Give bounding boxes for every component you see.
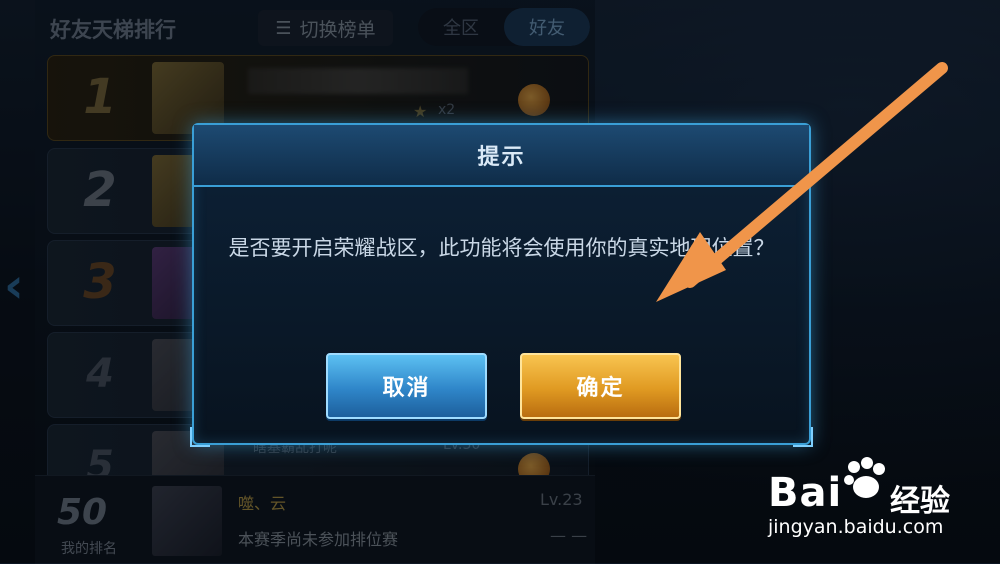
arrow-head [656, 232, 726, 302]
arrow-shaft [684, 62, 948, 288]
paw-icon [844, 457, 885, 498]
baidu-logo-text: Bai [768, 470, 843, 516]
baidu-jingyan-text: 经验 [890, 484, 950, 519]
watermark-url: jingyan.baidu.com [768, 516, 944, 538]
